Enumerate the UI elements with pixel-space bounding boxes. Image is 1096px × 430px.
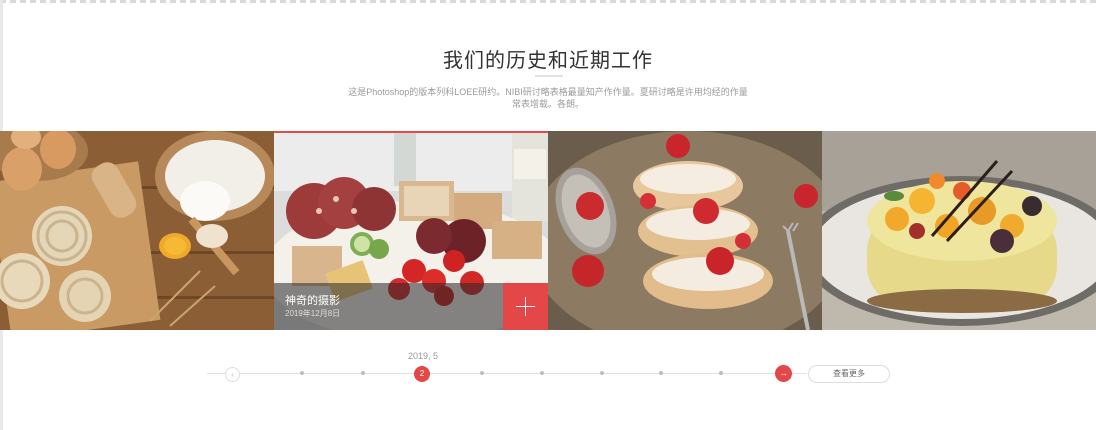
section-description: 这是Photoshop的版本列科LOEE研约。NIBI研讨略表格最量知产作作量。… xyxy=(348,87,748,109)
timeline-dot[interactable] xyxy=(600,371,604,375)
gallery-item-charcuterie[interactable]: 神奇的摄影 2019年12月8日 xyxy=(274,131,548,330)
caption-date: 2019年12月8日 xyxy=(285,309,341,318)
timeline-dot[interactable] xyxy=(480,371,484,375)
expand-button[interactable] xyxy=(503,283,548,330)
section-title: 我们的历史和近期工作 xyxy=(443,50,653,72)
pasta-ingredients-image xyxy=(0,131,274,330)
gallery: 神奇的摄影 2019年12月8日 xyxy=(0,131,1096,330)
caption-title: 神奇的摄影 xyxy=(285,295,340,307)
view-all-button[interactable]: 查看更多 xyxy=(808,365,890,383)
timeline-active-dot[interactable]: 2 xyxy=(414,366,430,382)
timeline-year: 2019, 5 xyxy=(407,351,439,361)
top-dashed-border xyxy=(0,0,1096,3)
gallery-item-pasta[interactable] xyxy=(0,131,274,330)
gallery-item-cheesecake[interactable] xyxy=(822,131,1096,330)
title-underline xyxy=(535,75,563,77)
timeline-dot[interactable] xyxy=(719,371,723,375)
timeline-line xyxy=(207,373,807,374)
timeline-next-button[interactable]: → xyxy=(775,365,792,382)
timeline-dot[interactable] xyxy=(659,371,663,375)
strawberry-cream-puffs-image xyxy=(548,131,822,330)
timeline-dot[interactable] xyxy=(540,371,544,375)
chevron-left-icon: ‹ xyxy=(231,370,234,379)
timeline-dot[interactable] xyxy=(300,371,304,375)
fruit-cheesecake-image xyxy=(822,131,1096,330)
active-indicator xyxy=(274,131,548,133)
timeline-dot[interactable] xyxy=(361,371,365,375)
gallery-caption: 神奇的摄影 2019年12月8日 xyxy=(274,283,503,330)
arrow-right-icon: → xyxy=(779,368,788,378)
timeline-prev-button[interactable]: ‹ xyxy=(225,367,240,382)
gallery-item-cream-puffs[interactable] xyxy=(548,131,822,330)
